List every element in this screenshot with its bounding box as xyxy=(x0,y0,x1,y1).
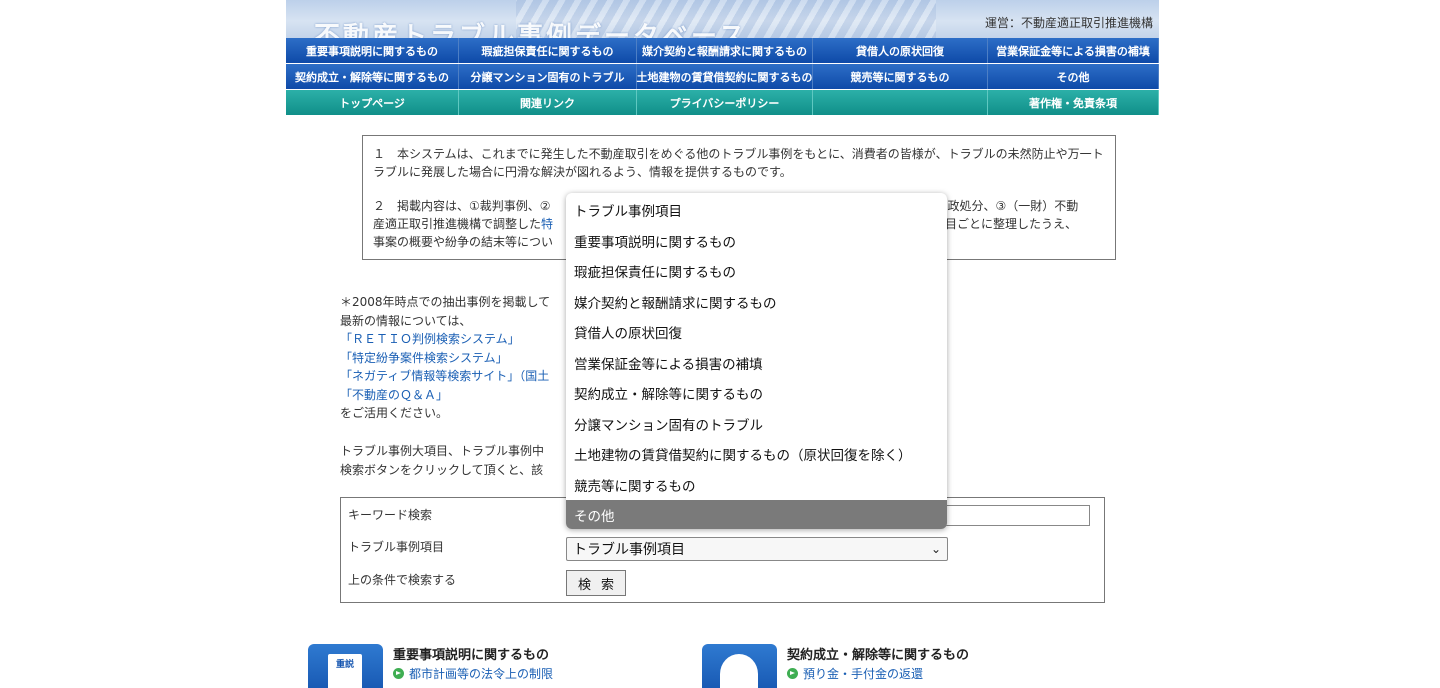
notes-block: ＊2008年時点での抽出事例を掲載して 最新の情報については、 「ＲＥＴＩＯ判例… xyxy=(340,293,550,423)
keyword-label: キーワード検索 xyxy=(348,508,433,522)
nav-brokerage[interactable]: 媒介契約と報酬請求に関するもの xyxy=(637,38,813,63)
realestate-qa-link[interactable]: 「不動産のＱ＆Ａ」 xyxy=(340,386,550,405)
notes-line: 検索ボタンをクリックして頂くと、該 xyxy=(340,463,544,477)
intro-p2-text: 事案の概要や紛争の結末等につい xyxy=(373,235,554,249)
category-label: トラブル事例項目 xyxy=(348,540,445,554)
notes-line: 最新の情報については、 xyxy=(340,313,472,328)
document-icon: 重説 xyxy=(308,644,383,688)
category-link[interactable]: 預り金・手付金の返還 xyxy=(787,665,923,682)
category-link[interactable]: 都市計画等の法令上の制限 xyxy=(393,665,553,682)
search-button[interactable]: 検索 xyxy=(566,570,626,596)
icon-figure xyxy=(720,654,758,688)
intro-p2-text: 産適正取引推進機構で調整した xyxy=(373,217,542,231)
keyword-input[interactable] xyxy=(945,505,1090,526)
site-logo[interactable]: 不動産トラブル事例データベース xyxy=(314,16,748,38)
notes-line: トラブル事例大項目、トラブル事例中 xyxy=(340,444,545,458)
chevron-down-icon: ⌄ xyxy=(930,542,941,556)
notes-line: ＊2008年時点での抽出事例を掲載して xyxy=(340,295,551,309)
nav-privacy-policy[interactable]: プライバシーポリシー xyxy=(637,90,813,115)
nav-related-links[interactable]: 関連リンク xyxy=(459,90,637,115)
nav-row-3: トップページ 関連リンク プライバシーポリシー 著作権・免責条項 xyxy=(286,90,1159,115)
nav-restoration[interactable]: 貸借人の原状回復 xyxy=(813,38,988,63)
category-link-text[interactable]: 都市計画等の法令上の制限 xyxy=(409,665,553,682)
category-link-text[interactable]: 預り金・手付金の返還 xyxy=(803,665,923,682)
nav-condominium[interactable]: 分譲マンション固有のトラブル xyxy=(459,64,637,89)
dropdown-option[interactable]: 契約成立・解除等に関するもの xyxy=(566,378,947,409)
arrow-bullet-icon xyxy=(393,668,404,679)
category-dropdown-list: トラブル事例項目 重要事項説明に関するもの 瑕疵担保責任に関するもの 媒介契約と… xyxy=(566,193,947,529)
dropdown-option-highlighted[interactable]: その他 xyxy=(566,500,947,529)
nav-defect-liability[interactable]: 瑕疵担保責任に関するもの xyxy=(459,38,637,63)
intro-link[interactable]: 特 xyxy=(541,217,553,231)
dispute-search-link[interactable]: 「特定紛争案件検索システム」 xyxy=(340,349,550,368)
nav-empty xyxy=(813,90,988,115)
retio-link[interactable]: 「ＲＥＴＩＯ判例検索システム」 xyxy=(340,330,550,349)
dropdown-option[interactable]: 貸借人の原状回復 xyxy=(566,317,947,348)
intro-paragraph-1: １ 本システムは、これまでに発生した不動産取引をめぐる他のトラブル事例をもとに、… xyxy=(373,147,1104,179)
intro-p2-text: 項目ごとに整理したうえ、 xyxy=(933,217,1078,231)
dropdown-option[interactable]: 瑕疵担保責任に関するもの xyxy=(566,256,947,287)
category-title: 契約成立・解除等に関するもの xyxy=(787,648,970,663)
dropdown-option[interactable]: 分譲マンション固有のトラブル xyxy=(566,409,947,440)
notes-block-2: トラブル事例大項目、トラブル事例中 検索ボタンをクリックして頂くと、該 xyxy=(340,442,544,480)
nav-deposit-compensation[interactable]: 営業保証金等による損害の補填 xyxy=(988,38,1159,63)
nav-important-matters[interactable]: 重要事項説明に関するもの xyxy=(286,38,459,63)
category-title: 重要事項説明に関するもの xyxy=(393,648,550,663)
dropdown-option[interactable]: 土地建物の賃貸借契約に関するもの（原状回復を除く） xyxy=(566,439,947,470)
dropdown-option[interactable]: トラブル事例項目 xyxy=(566,195,947,226)
submit-label: 上の条件で検索する xyxy=(348,573,457,587)
person-icon xyxy=(702,644,777,688)
nav-auction[interactable]: 競売等に関するもの xyxy=(813,64,988,89)
icon-paper: 重説 xyxy=(328,654,362,688)
dropdown-option[interactable]: 重要事項説明に関するもの xyxy=(566,226,947,257)
intro-p2-text: ２ 掲載内容は、①裁判事例、② xyxy=(373,199,551,213)
nav-contract[interactable]: 契約成立・解除等に関するもの xyxy=(286,64,459,89)
dropdown-option[interactable]: 競売等に関するもの xyxy=(566,470,947,501)
dropdown-option[interactable]: 営業保証金等による損害の補填 xyxy=(566,348,947,379)
operator-text: 運営：不動産適正取引推進機構 xyxy=(984,16,1153,30)
category-select[interactable]: トラブル事例項目 ⌄ xyxy=(566,537,948,561)
nav-lease[interactable]: 土地建物の賃貸借契約に関するもの xyxy=(637,64,813,89)
notes-line: をご活用ください。 xyxy=(340,406,449,420)
intro-p2-text: 行政処分、③（一財）不動 xyxy=(935,199,1079,213)
nav-copyright[interactable]: 著作権・免責条項 xyxy=(988,90,1159,115)
category-select-value: トラブル事例項目 xyxy=(573,542,685,558)
nav-row-1: 重要事項説明に関するもの 瑕疵担保責任に関するもの 媒介契約と報酬請求に関するも… xyxy=(286,38,1159,63)
arrow-bullet-icon xyxy=(787,668,798,679)
nav-other[interactable]: その他 xyxy=(988,64,1159,89)
main-nav: 重要事項説明に関するもの 瑕疵担保責任に関するもの 媒介契約と報酬請求に関するも… xyxy=(286,38,1159,115)
nav-row-2: 契約成立・解除等に関するもの 分譲マンション固有のトラブル 土地建物の賃貸借契約… xyxy=(286,64,1159,89)
negative-info-link[interactable]: 「ネガティブ情報等検索サイト」（国土 xyxy=(340,367,550,386)
nav-top-page[interactable]: トップページ xyxy=(286,90,459,115)
dropdown-option[interactable]: 媒介契約と報酬請求に関するもの xyxy=(566,287,947,318)
site-header: 不動産トラブル事例データベース 運営：不動産適正取引推進機構 xyxy=(286,0,1159,38)
